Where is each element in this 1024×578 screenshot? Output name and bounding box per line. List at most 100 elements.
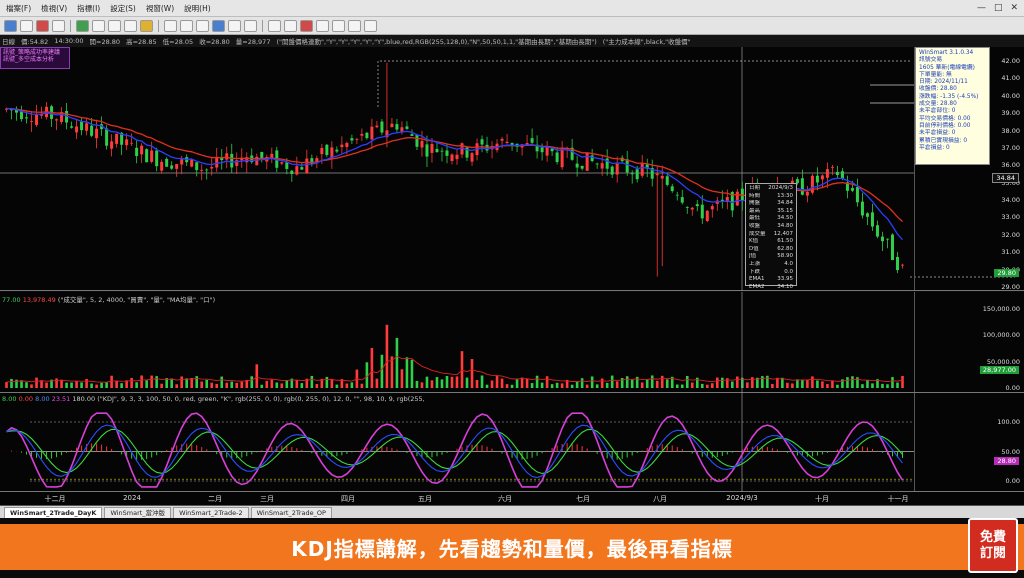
menu-item-window[interactable]: 視窗(W) (144, 3, 176, 14)
kdj-header-value-3: 8.00 (35, 395, 50, 403)
kdj-y-tick: 50.00 (1001, 447, 1020, 456)
volume-bar (525, 378, 529, 388)
subscribe-button[interactable]: 免費 訂閱 (968, 518, 1018, 573)
last-price-tag: 29.80 (994, 269, 1019, 277)
menu-item-file[interactable]: 檔案(F) (4, 3, 33, 14)
kdj-y-axis[interactable]: 100.00 50.00 0.00 (914, 393, 1024, 491)
menu-item-settings[interactable]: 設定(S) (108, 3, 138, 14)
candle-chart-icon[interactable] (180, 19, 193, 32)
candle-body (655, 173, 659, 176)
volume-bar (440, 379, 444, 388)
menu-item-help[interactable]: 說明(H) (182, 3, 213, 14)
candle-body (55, 119, 59, 121)
open-icon[interactable] (20, 19, 33, 32)
menu-item-view[interactable]: 檢視(V) (39, 3, 69, 14)
price-chart-panel[interactable]: 訊號_策略成功率建議 訊號_多空成本分析 42.00 41.00 40.00 39.0… (0, 47, 1024, 291)
volume-bar (445, 375, 449, 388)
timeframe-icon[interactable] (212, 19, 225, 32)
zoom-out-icon[interactable] (124, 19, 137, 32)
time-axis-label: 十一月 (887, 495, 909, 503)
text-tool-icon[interactable] (92, 19, 105, 32)
candle-body (445, 150, 449, 156)
volume-bar (826, 384, 829, 388)
minimize-icon[interactable]: — (977, 3, 986, 13)
volume-bar (600, 378, 604, 388)
candle-body (345, 142, 349, 147)
arrow-icon[interactable] (348, 19, 361, 32)
channel-icon[interactable] (284, 19, 297, 32)
cursor-data-row: 開盤 34.84 (749, 200, 793, 208)
crosshair-icon[interactable] (52, 19, 65, 32)
price-y-tick: 37.00 (1001, 143, 1020, 152)
symbol-info-bar: 日線 價:54.82 14:30:00 開=28.80 高=28.85 低=28… (0, 35, 1024, 47)
time-axis[interactable]: 十二月 2024 二月 三月 四月 五月 六月 七月 八月 2024/9/3 十月 十一月 (0, 492, 1024, 506)
volume-bar (736, 376, 739, 388)
trend-line-icon[interactable] (76, 19, 89, 32)
stop-icon[interactable] (36, 19, 49, 32)
indicator-icon[interactable] (140, 19, 153, 32)
volume-bar (515, 379, 519, 388)
chart-icon[interactable] (4, 19, 17, 32)
volume-bar (465, 377, 469, 388)
volume-bar (275, 382, 279, 388)
tab-winsmart-2trade-2[interactable]: WinSmart_2Trade-2 (173, 506, 249, 518)
tab-winsmart-daytrade[interactable]: WinSmart_當沖版 (104, 506, 172, 518)
volume-bar (220, 376, 224, 388)
volume-bar (400, 369, 404, 388)
volume-bar (791, 383, 794, 388)
volume-bar (435, 377, 439, 388)
cursor-data-label: D值 (749, 245, 759, 252)
cursor-icon[interactable] (228, 19, 241, 32)
time-axis-label: 七月 (576, 495, 590, 503)
cursor-data-row: D值 62.80 (749, 246, 793, 254)
volume-bar (705, 384, 709, 388)
tab-winsmart-2trade-op[interactable]: WinSmart_2Trade_OP (250, 506, 332, 518)
fibonacci-icon[interactable] (268, 19, 281, 32)
close-icon[interactable]: ✕ (1010, 3, 1018, 13)
ellipse-icon[interactable] (332, 19, 345, 32)
candle-body (610, 166, 614, 175)
delete-drawing-icon[interactable] (300, 19, 313, 32)
volume-bar (205, 379, 209, 388)
hand-icon[interactable] (244, 19, 257, 32)
volume-bar (831, 380, 834, 388)
maximize-icon[interactable]: □ (994, 3, 1003, 13)
rectangle-icon[interactable] (316, 19, 329, 32)
candle-body (370, 126, 374, 140)
volume-panel[interactable]: 77.00 13,978.49 ("成交量", 5, 2, 4000, "買賣"… (0, 292, 1024, 393)
line-chart-icon[interactable] (196, 19, 209, 32)
volume-y-axis[interactable]: 150,000.00 100,000.00 50,000.00 0.00 (914, 292, 1024, 392)
tab-winsmart-2trade-dayk[interactable]: WinSmart_2Trade_DayK (4, 506, 103, 518)
cursor-data-value: 4.0 (784, 260, 793, 267)
high-label: 高=28.85 (126, 38, 157, 46)
toolbar-divider (158, 19, 159, 32)
candle-body (600, 163, 604, 169)
menu-bar: 檔案(F) 檢視(V) 指標(I) 設定(S) 視窗(W) 說明(H) — □ … (0, 0, 1024, 17)
settings-icon[interactable] (364, 19, 377, 32)
cursor-data-row: J值 58.90 (749, 253, 793, 261)
candle-body (705, 210, 709, 222)
candle-body (135, 147, 139, 157)
menu-item-indicator[interactable]: 指標(I) (75, 3, 102, 14)
candle-body (105, 128, 109, 146)
candle-body (95, 128, 99, 139)
volume-bar (25, 382, 28, 388)
candle-body (720, 199, 724, 201)
candle-body (145, 149, 149, 163)
volume-bar (225, 382, 229, 388)
volume-bar (265, 380, 269, 388)
kdj-panel[interactable]: 8.00 0.00 8.00 23.51 180.00 ("KDJ", 9, 3… (0, 393, 1024, 492)
info-line: 累積已實現損益: 0 (919, 137, 968, 144)
candle-body (830, 166, 834, 168)
candle-body (890, 234, 894, 261)
candle-body (875, 225, 879, 237)
volume-bar (310, 375, 314, 388)
volume-bar (595, 384, 599, 388)
volume-bar (170, 378, 173, 388)
time-axis-label: 十二月 (44, 495, 66, 503)
candle-body (310, 158, 314, 165)
candle-body (230, 153, 234, 168)
zoom-in-icon[interactable] (108, 19, 121, 32)
candle-body (440, 150, 444, 152)
bar-chart-icon[interactable] (164, 19, 177, 32)
